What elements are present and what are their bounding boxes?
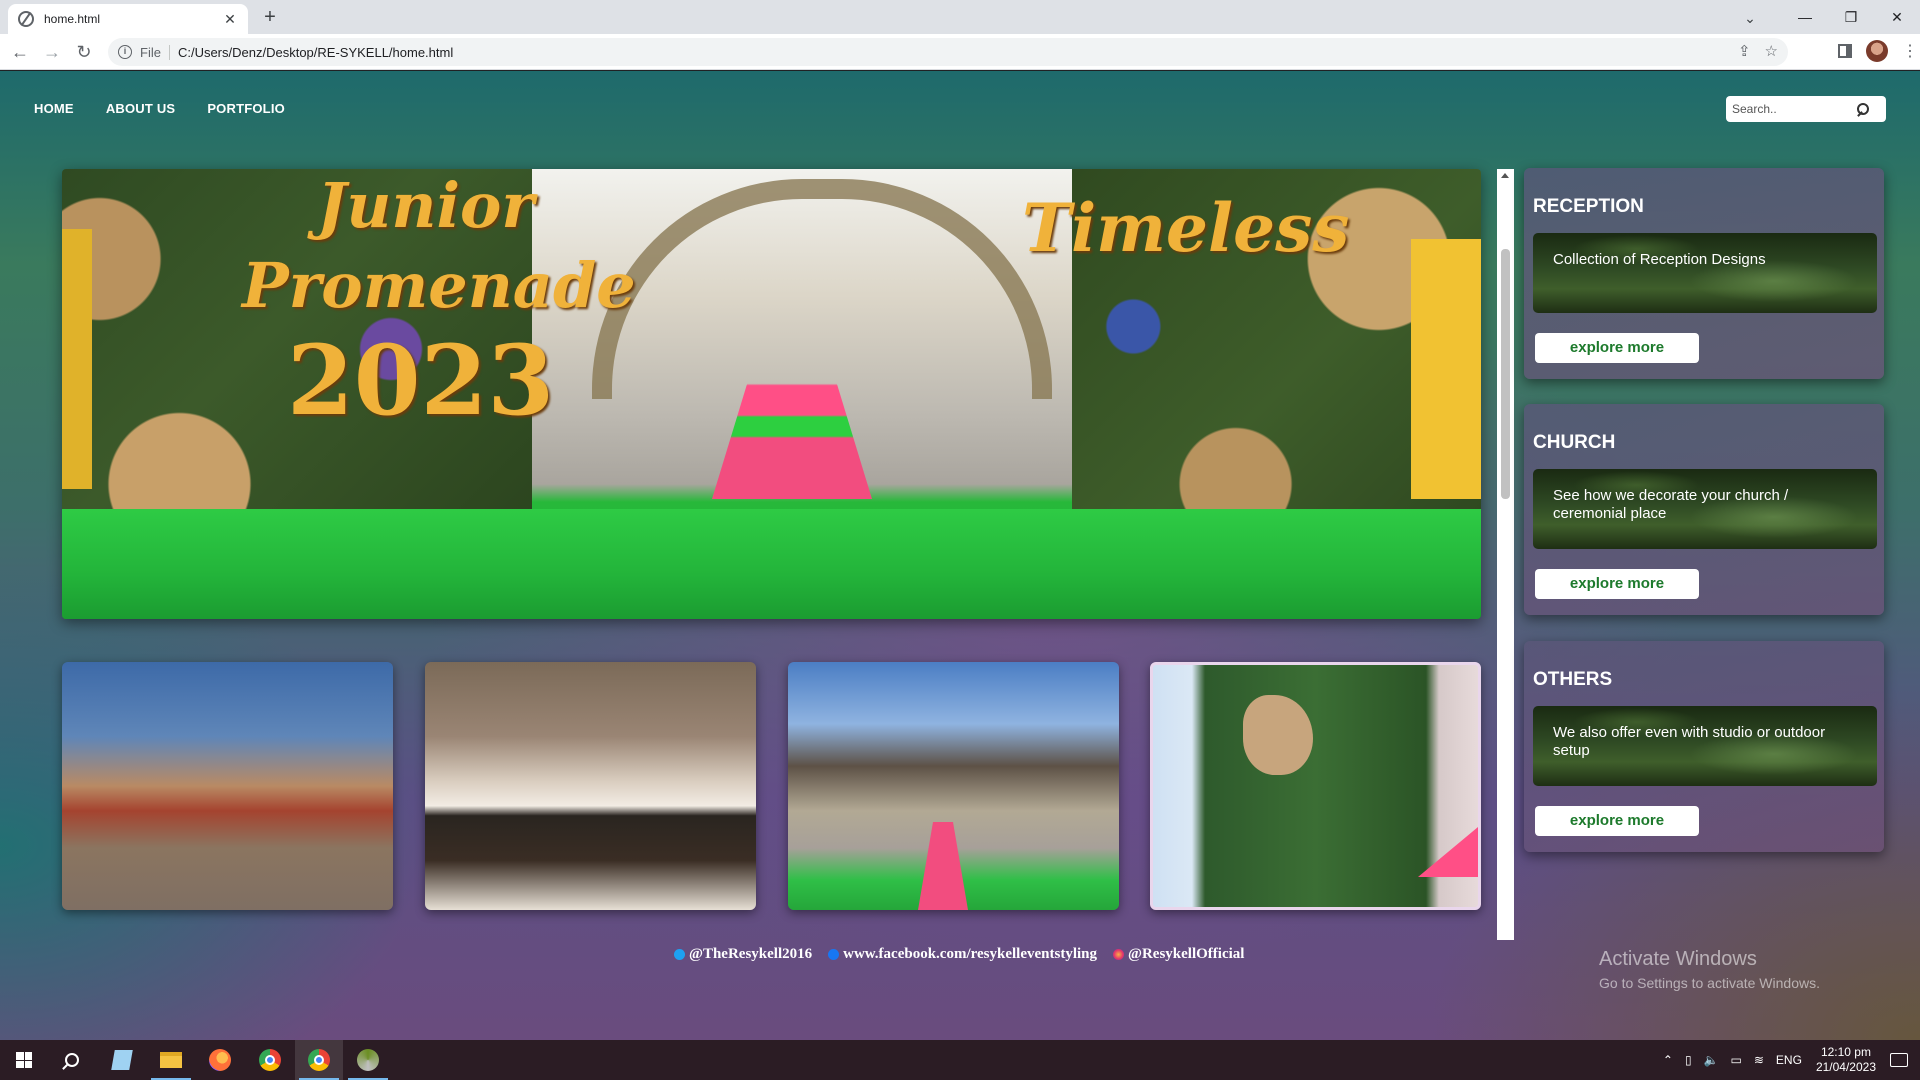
browser-tab-strip: home.html ✕ + ⌄ — ❐ ✕: [0, 0, 1920, 34]
taskbar-notepad[interactable]: [98, 1040, 146, 1080]
gallery-thumbnail-greenwall[interactable]: [1150, 662, 1481, 910]
twitter-icon: [674, 949, 685, 960]
taskbar-file-explorer[interactable]: [147, 1040, 195, 1080]
nav-about-us[interactable]: ABOUT US: [106, 101, 176, 116]
forward-arrow-icon[interactable]: →: [40, 40, 64, 64]
windows-taskbar: ⌃ ▯ 🔈 ▭ ≋ ENG 12:10 pm 21/04/2023: [0, 1040, 1920, 1080]
tab-search-icon[interactable]: ⌄: [1738, 6, 1762, 30]
device-icon[interactable]: ▯: [1685, 1053, 1692, 1067]
globe-icon: [18, 11, 34, 27]
wifi-icon[interactable]: ≋: [1754, 1053, 1764, 1067]
search-input[interactable]: [1732, 102, 1856, 116]
hero-grass: [62, 509, 1481, 619]
activate-windows-watermark: Activate Windows Go to Settings to activ…: [1599, 948, 1820, 991]
kebab-menu-icon[interactable]: ⋮: [1902, 41, 1918, 61]
taskbar-search-button[interactable]: [48, 1040, 96, 1080]
social-link-instagram[interactable]: @ResykellOfficial: [1113, 946, 1244, 963]
nav-home[interactable]: HOME: [34, 101, 74, 116]
hero-image: Junior Promenade 2023 Timeless: [62, 169, 1481, 619]
app-icon: [357, 1049, 379, 1071]
social-text: @TheResykell2016: [689, 946, 813, 962]
system-tray: ⌃ ▯ 🔈 ▭ ≋ ENG 12:10 pm 21/04/2023: [1657, 1040, 1920, 1080]
page-viewport: HOME ABOUT US PORTFOLIO Junior Promenade…: [0, 71, 1920, 1040]
minimize-icon[interactable]: —: [1782, 4, 1828, 30]
gallery-thumbnail-buffet[interactable]: [425, 662, 756, 910]
clock-date: 21/04/2023: [1815, 1060, 1876, 1074]
clock-time: 12:10 pm: [1820, 1045, 1871, 1059]
site-search-box: [1726, 96, 1886, 122]
notification-icon[interactable]: [1890, 1053, 1908, 1067]
address-bar[interactable]: i File C:/Users/Denz/Desktop/RE-SYKELL/h…: [108, 38, 1788, 66]
chevron-up-icon[interactable]: ⌃: [1663, 1053, 1673, 1067]
explore-more-button[interactable]: explore more: [1535, 806, 1699, 836]
hero-text-year: 2023: [287, 324, 555, 437]
card-title: OTHERS: [1533, 669, 1613, 690]
firefox-icon: [209, 1049, 231, 1071]
gallery-thumbnail-tent[interactable]: [62, 662, 393, 910]
volume-icon[interactable]: 🔈: [1704, 1053, 1719, 1067]
chrome-icon: [308, 1049, 330, 1071]
chrome-icon: [259, 1049, 281, 1071]
social-text: www.facebook.com/resykelleventstyling: [843, 946, 1097, 962]
notepad-icon: [111, 1050, 133, 1070]
site-nav: HOME ABOUT US PORTFOLIO: [34, 101, 285, 116]
nav-portfolio[interactable]: PORTFOLIO: [207, 101, 285, 116]
instagram-icon: [1113, 949, 1124, 960]
folder-icon: [160, 1052, 182, 1068]
bookmark-star-icon[interactable]: ☆: [1765, 42, 1778, 60]
category-card-others: OTHERS We also offer even with studio or…: [1524, 641, 1884, 852]
taskbar-chrome-active[interactable]: [295, 1040, 343, 1080]
hero-text-timeless: Timeless: [1022, 189, 1350, 267]
share-icon[interactable]: ⇪: [1738, 42, 1751, 60]
gallery-scrollbar[interactable]: [1497, 169, 1514, 940]
facebook-icon: [828, 949, 840, 960]
start-button[interactable]: [0, 1040, 48, 1080]
card-title: RECEPTION: [1533, 196, 1644, 217]
card-description: See how we decorate your church / ceremo…: [1533, 469, 1877, 549]
side-panel-icon[interactable]: [1838, 44, 1852, 58]
search-icon: [65, 1053, 79, 1067]
browser-tab[interactable]: home.html ✕: [8, 4, 248, 34]
card-description: Collection of Reception Designs: [1533, 233, 1877, 313]
clock[interactable]: 12:10 pm 21/04/2023: [1816, 1045, 1876, 1075]
windows-logo-icon: [16, 1052, 32, 1068]
category-card-reception: RECEPTION Collection of Reception Design…: [1524, 168, 1884, 379]
close-tab-icon[interactable]: ✕: [222, 11, 238, 28]
social-link-twitter[interactable]: @TheResykell2016: [674, 946, 812, 963]
info-icon[interactable]: i: [118, 45, 132, 59]
watermark-line-2: Go to Settings to activate Windows.: [1599, 975, 1820, 991]
social-link-facebook[interactable]: www.facebook.com/resykelleventstyling: [828, 946, 1097, 963]
social-text: @ResykellOfficial: [1128, 946, 1245, 962]
gallery-thumbnail-archway[interactable]: [788, 662, 1119, 910]
restore-icon[interactable]: ❐: [1828, 4, 1874, 30]
profile-avatar[interactable]: [1866, 40, 1888, 62]
category-card-church: CHURCH See how we decorate your church /…: [1524, 404, 1884, 615]
hero-text-junior: Junior: [317, 169, 535, 242]
url-text[interactable]: C:/Users/Denz/Desktop/RE-SYKELL/home.htm…: [178, 45, 453, 60]
back-arrow-icon[interactable]: ←: [8, 40, 32, 64]
tab-title: home.html: [44, 12, 101, 26]
close-window-icon[interactable]: ✕: [1874, 4, 1920, 30]
scheme-label: File: [140, 44, 170, 60]
taskbar-chrome[interactable]: [246, 1040, 294, 1080]
taskbar-firefox[interactable]: [196, 1040, 244, 1080]
explore-more-button[interactable]: explore more: [1535, 333, 1699, 363]
card-description: We also offer even with studio or outdoo…: [1533, 706, 1877, 786]
watermark-line-1: Activate Windows: [1599, 948, 1757, 970]
scrollbar-thumb[interactable]: [1501, 249, 1510, 499]
card-title: CHURCH: [1533, 432, 1616, 453]
reload-icon[interactable]: ↻: [72, 40, 96, 64]
new-tab-button[interactable]: +: [258, 6, 282, 30]
battery-icon[interactable]: ▭: [1731, 1053, 1742, 1067]
browser-toolbar: ← → ↻ i File C:/Users/Denz/Desktop/RE-SY…: [0, 34, 1920, 70]
hero-text-promenade: Promenade: [242, 249, 636, 322]
social-links: @TheResykell2016 www.facebook.com/resyke…: [674, 946, 1244, 963]
scroll-up-arrow-icon[interactable]: [1501, 173, 1509, 178]
explore-more-button[interactable]: explore more: [1535, 569, 1699, 599]
search-icon[interactable]: [1856, 102, 1869, 116]
taskbar-app[interactable]: [344, 1040, 392, 1080]
language-indicator[interactable]: ENG: [1776, 1053, 1802, 1067]
